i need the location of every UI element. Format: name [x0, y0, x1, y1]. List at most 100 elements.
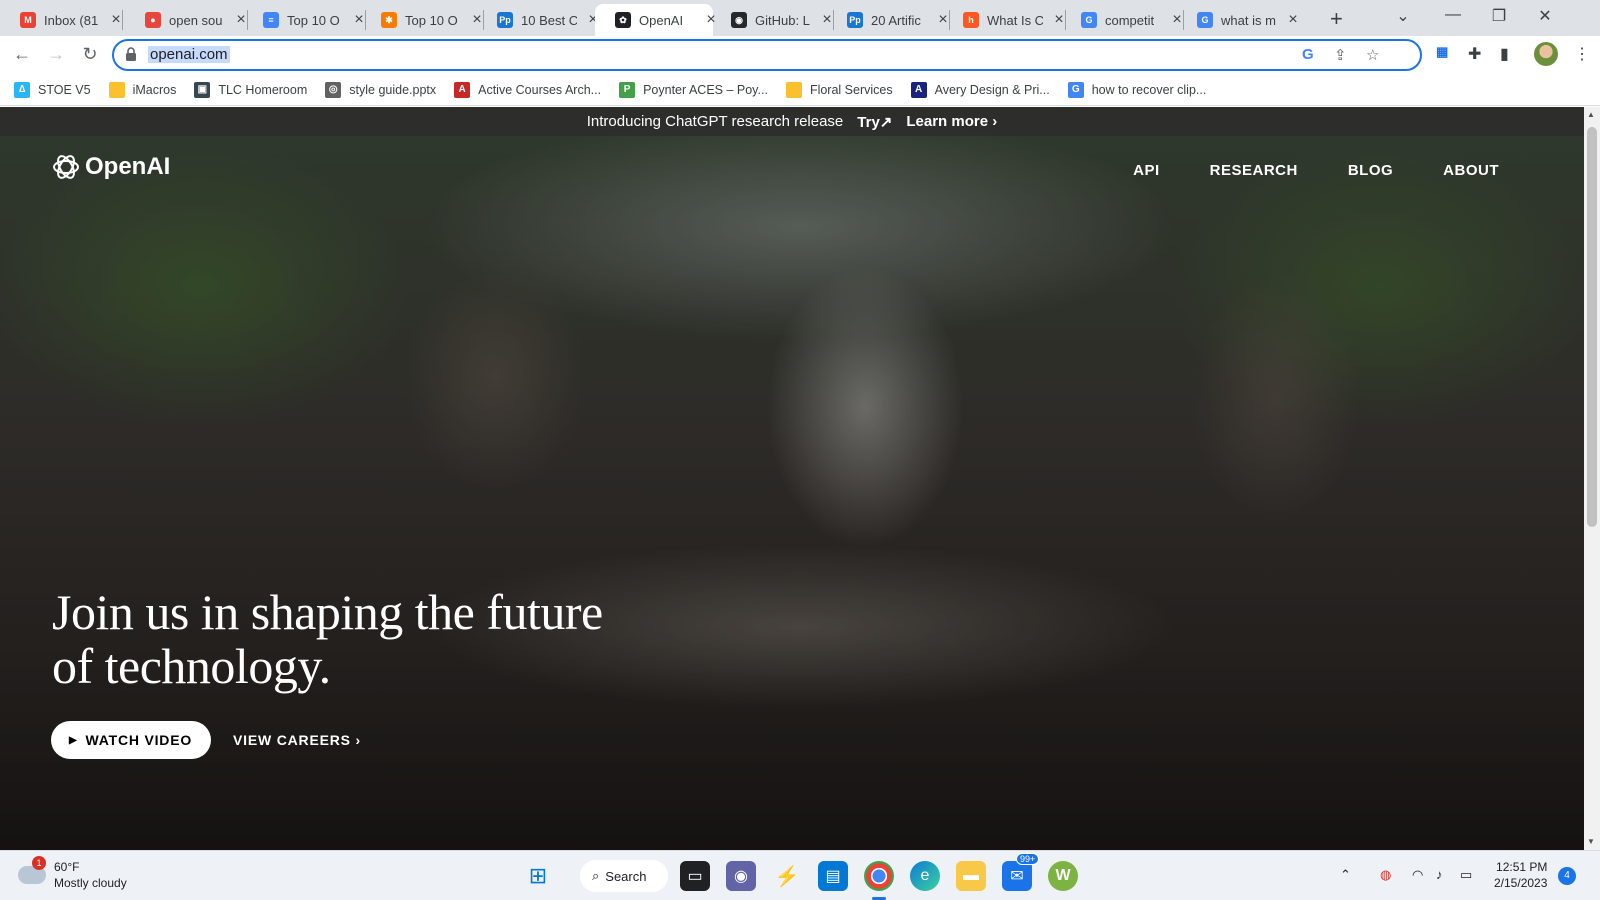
address-bar[interactable]: openai.com G ⇪ ☆: [112, 39, 1422, 71]
bookmark-label: Active Courses Arch...: [478, 82, 602, 97]
restore-button[interactable]: ❐: [1476, 6, 1522, 26]
forward-arrow-icon[interactable]: →: [44, 44, 68, 65]
bookmark-icon: ◎: [325, 81, 342, 98]
browser-tab[interactable]: Gcompetit ×: [1061, 4, 1182, 36]
try-link[interactable]: Try↗: [857, 113, 892, 131]
nav-research[interactable]: RESEARCH: [1210, 162, 1298, 179]
nav-api[interactable]: API: [1133, 162, 1160, 179]
bookmark-icon: [785, 81, 802, 98]
learn-more-link[interactable]: Learn more ›: [906, 113, 997, 130]
minimize-button[interactable]: —: [1430, 6, 1476, 24]
tab-title: competit: [1105, 12, 1155, 28]
site-nav: API RESEARCH BLOG ABOUT: [1133, 162, 1499, 179]
system-clock[interactable]: 12:51 PM 2/15/2023: [1494, 859, 1547, 891]
browser-tab[interactable]: ≡ Top 10 O ×: [243, 4, 364, 36]
bookmark-icon: A: [454, 81, 471, 98]
extensions-puzzle-icon[interactable]: ✚: [1468, 44, 1481, 64]
notification-badge[interactable]: 4: [1558, 867, 1576, 885]
windows-taskbar: 1 60°F Mostly cloudy ⊞ ⌕ Search ▭ ◉ ⚡ ▤ …: [0, 850, 1600, 900]
tab-search-chevron-icon[interactable]: ⌄: [1380, 6, 1426, 26]
teams-chat-icon[interactable]: ◉: [726, 861, 756, 891]
watch-video-button[interactable]: ▶ WATCH VIDEO: [51, 721, 212, 759]
bookmark-label: style guide.pptx: [349, 82, 437, 97]
scroll-up-arrow-icon[interactable]: ▲: [1587, 110, 1595, 119]
openai-knot-icon: [53, 155, 79, 179]
tab-favicon-icon: ✿: [615, 12, 631, 28]
task-view-icon[interactable]: ▭: [680, 861, 710, 891]
profile-avatar[interactable]: [1534, 42, 1558, 66]
clock-date: 2/15/2023: [1494, 876, 1548, 890]
bookmark-item[interactable]: Floral Services: [785, 81, 893, 98]
bookmark-item[interactable]: Ghow to recover clip...: [1067, 81, 1206, 98]
tab-title: GitHub: L: [755, 12, 810, 28]
tab-title: open sou: [169, 12, 223, 28]
browser-tab[interactable]: Gwhat is m ×: [1177, 4, 1298, 36]
bookmark-item[interactable]: ▣ TLC Homeroom: [194, 81, 307, 98]
tab-favicon-icon: ◉: [731, 12, 747, 28]
bookmark-item[interactable]: P Poynter ACES – Poy...: [619, 81, 768, 98]
share-icon[interactable]: ⇪: [1334, 46, 1347, 64]
volume-icon[interactable]: ♪: [1436, 867, 1443, 882]
bookmark-label: STOE V5: [38, 82, 91, 97]
start-windows-icon[interactable]: ⊞: [523, 861, 553, 891]
browser-tab[interactable]: Pp 10 Best C ×: [477, 4, 598, 36]
tray-app-icon[interactable]: ◍: [1380, 867, 1391, 883]
bookmark-icon: A: [910, 81, 927, 98]
tab-title: Inbox (81: [44, 12, 99, 28]
scrollbar-thumb[interactable]: [1587, 127, 1597, 527]
bookmark-star-icon[interactable]: ☆: [1366, 46, 1379, 64]
reload-icon[interactable]: ↻: [78, 44, 102, 65]
search-label: Search: [605, 868, 647, 884]
bookmark-icon: P: [619, 81, 636, 98]
tab-close-icon[interactable]: ×: [1285, 11, 1301, 29]
watch-video-label: WATCH VIDEO: [85, 732, 193, 748]
browser-toolbar: ← → ↻ openai.com G ⇪ ☆ ▦ ✚ ▮ ⋮: [0, 36, 1600, 74]
tab-favicon-icon: h: [963, 12, 979, 28]
browser-tab[interactable]: ● open sou ×: [125, 4, 246, 36]
side-panel-icon[interactable]: ▮: [1500, 44, 1509, 64]
hero-line-2: of technology.: [52, 638, 331, 694]
chrome-icon[interactable]: [864, 861, 894, 891]
browser-tab[interactable]: ✿ OpenAI ×: [595, 4, 716, 36]
tab-separator: [122, 10, 123, 30]
nav-blog[interactable]: BLOG: [1348, 162, 1393, 179]
mail-icon[interactable]: ✉ 99+: [1002, 853, 1040, 891]
browser-tab[interactable]: ◉ GitHub: L ×: [711, 4, 832, 36]
openai-logo[interactable]: OpenAI: [51, 152, 170, 182]
weather-widget[interactable]: 1 60°F Mostly cloudy: [18, 856, 127, 891]
tab-favicon-icon: M: [20, 12, 36, 28]
extension-on-icon[interactable]: ▦: [1436, 44, 1448, 60]
url-text[interactable]: openai.com: [148, 46, 230, 63]
browser-tab[interactable]: ✱ Top 10 O ×: [361, 4, 482, 36]
bookmark-item[interactable]: A Active Courses Arch...: [454, 81, 602, 98]
back-arrow-icon[interactable]: ←: [10, 44, 34, 65]
mail-badge: 99+: [1016, 853, 1040, 865]
w-app-icon[interactable]: W: [1048, 861, 1078, 891]
browser-tab[interactable]: h What Is C ×: [943, 4, 1064, 36]
power-automate-icon[interactable]: ⚡: [772, 861, 802, 891]
taskbar-search[interactable]: ⌕ Search: [580, 860, 668, 892]
browser-tab[interactable]: M Inbox (81 ×: [0, 4, 121, 36]
google-lens-icon[interactable]: G: [1302, 46, 1314, 63]
browser-tab[interactable]: Pp 20 Artific ×: [827, 4, 948, 36]
view-careers-link[interactable]: VIEW CAREERS ›: [233, 732, 361, 748]
scroll-down-arrow-icon[interactable]: ▼: [1587, 837, 1595, 846]
tab-favicon-icon: ≡: [263, 12, 279, 28]
menu-kebab-icon[interactable]: ⋮: [1574, 44, 1590, 64]
close-window-button[interactable]: ✕: [1522, 6, 1568, 26]
page-scrollbar[interactable]: ▲ ▼: [1584, 107, 1600, 850]
bookmark-item[interactable]: ◎ style guide.pptx: [325, 81, 437, 98]
new-tab-button[interactable]: +: [1330, 6, 1343, 32]
nav-about[interactable]: ABOUT: [1443, 162, 1499, 179]
microsoft-store-icon[interactable]: ▤: [818, 861, 848, 891]
tray-chevron-up-icon[interactable]: ⌃: [1340, 867, 1351, 883]
edge-icon[interactable]: e: [910, 861, 940, 891]
bookmark-item[interactable]: ∆ STOE V5: [14, 81, 91, 98]
battery-icon[interactable]: ▭: [1460, 867, 1472, 883]
hero-line-1: Join us in shaping the future: [52, 584, 603, 640]
bookmark-item[interactable]: iMacros: [108, 81, 176, 98]
bookmark-item[interactable]: A Avery Design & Pri...: [910, 81, 1050, 98]
wifi-icon[interactable]: ◠: [1412, 867, 1423, 883]
file-explorer-icon[interactable]: ▬: [956, 861, 986, 891]
announcement-text[interactable]: Introducing ChatGPT research release: [587, 113, 844, 130]
